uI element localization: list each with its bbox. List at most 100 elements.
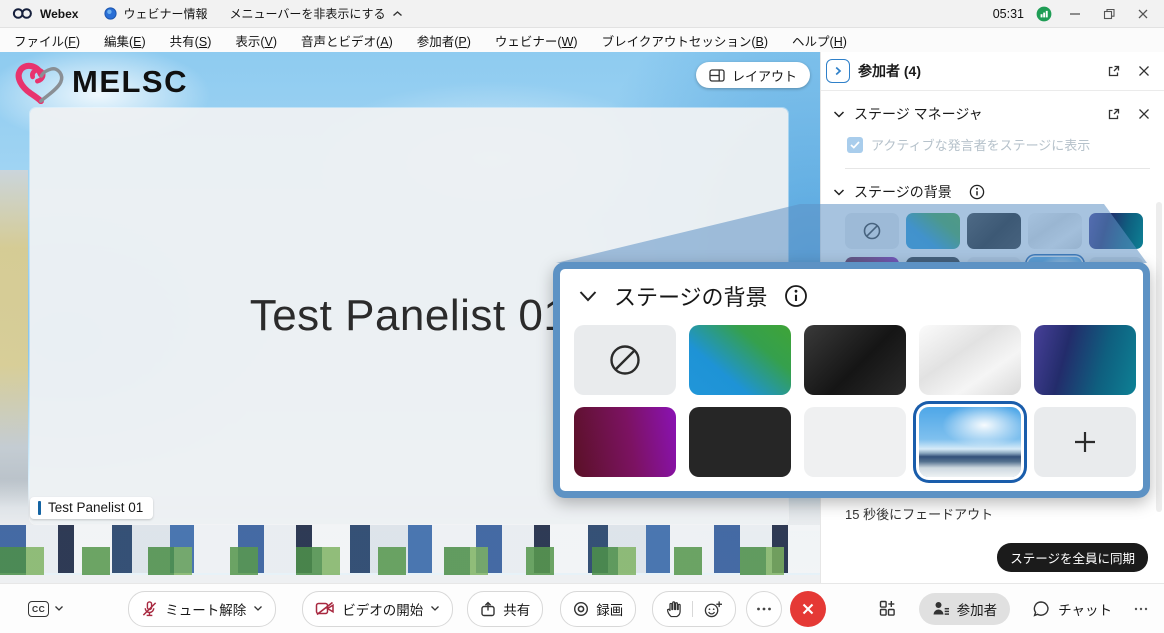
hide-menubar-button[interactable]: メニューバーを非表示にする xyxy=(229,5,402,22)
close-panel-icon[interactable] xyxy=(1138,65,1150,77)
swatch-light-gray[interactable] xyxy=(804,407,906,477)
restore-button[interactable] xyxy=(1098,4,1120,24)
closed-captions-icon: CC xyxy=(28,601,49,617)
active-speaker-checkbox-row[interactable]: アクティブな発言者をステージに表示 xyxy=(821,135,1164,154)
stage-manager-section-header[interactable]: ステージ マネージャ xyxy=(821,104,1164,124)
toolbar-more-button[interactable] xyxy=(1134,607,1148,611)
popup-title: ステージの背景 xyxy=(614,280,768,312)
camera-off-icon xyxy=(315,601,335,616)
participants-button[interactable]: 参加者 xyxy=(919,593,1011,625)
share-screen-icon xyxy=(480,601,496,617)
menu-view[interactable]: 表示(V) xyxy=(235,31,277,50)
panel-scrollbar[interactable] xyxy=(1156,202,1162,512)
swatch-none[interactable] xyxy=(574,325,676,395)
swatch-silver-gradient[interactable] xyxy=(919,325,1021,395)
popup-swatch-grid xyxy=(560,312,1143,477)
active-speaker-bar xyxy=(38,501,41,515)
captions-button[interactable]: CC xyxy=(28,601,64,617)
ellipsis-icon xyxy=(1134,607,1148,611)
melsc-logo-text: MELSC xyxy=(72,64,188,100)
swatch-navy-teal-gradient[interactable] xyxy=(1089,213,1143,249)
menu-webinar[interactable]: ウェビナー(W) xyxy=(495,31,578,50)
swatch-dark-gradient[interactable] xyxy=(967,213,1021,249)
chevron-down-icon xyxy=(578,289,598,303)
info-icon[interactable] xyxy=(969,184,985,200)
checkbox-checked-icon[interactable] xyxy=(847,137,863,153)
layout-icon xyxy=(709,69,725,82)
swatch-none[interactable] xyxy=(845,213,899,249)
swatch-dark-gradient[interactable] xyxy=(804,325,906,395)
menu-share[interactable]: 共有(S) xyxy=(170,31,212,50)
close-icon xyxy=(801,602,815,616)
chevron-down-icon xyxy=(430,605,440,612)
apps-button[interactable] xyxy=(878,599,897,618)
sync-stage-button[interactable]: ステージを全員に同期 xyxy=(997,543,1148,572)
microphone-muted-icon xyxy=(141,600,158,618)
melsc-heart-icon xyxy=(14,60,66,104)
panel-divider xyxy=(845,168,1150,169)
record-button[interactable]: 録画 xyxy=(560,591,636,627)
control-toolbar: CC ミュート解除 ビデオの開始 共有 xyxy=(0,583,1164,633)
swatch-add-custom[interactable] xyxy=(1034,407,1136,477)
ellipsis-icon xyxy=(756,607,772,611)
menu-edit[interactable]: 編集(E) xyxy=(104,31,146,50)
webinar-info-icon xyxy=(104,7,117,20)
menu-participants[interactable]: 参加者(P) xyxy=(417,31,471,50)
popout-panel-icon[interactable] xyxy=(1107,64,1121,78)
stage-background-base xyxy=(0,575,820,583)
divider xyxy=(692,601,693,617)
swatch-silver-gradient[interactable] xyxy=(1028,213,1082,249)
meeting-timer: 05:31 xyxy=(993,7,1024,21)
start-video-button[interactable]: ビデオの開始 xyxy=(302,591,453,627)
swatch-charcoal[interactable] xyxy=(689,407,791,477)
unmute-button[interactable]: ミュート解除 xyxy=(128,591,276,627)
menu-file[interactable]: ファイル(F) xyxy=(14,31,80,50)
more-options-button[interactable] xyxy=(746,591,782,627)
chat-bubble-icon xyxy=(1032,600,1050,618)
menu-help[interactable]: ヘルプ(H) xyxy=(792,31,847,50)
menu-breakout[interactable]: ブレイクアウトセッション(B) xyxy=(602,31,768,50)
melsc-logo: MELSC xyxy=(14,60,188,104)
stage-background-section-header[interactable]: ステージの背景 xyxy=(821,182,1164,202)
panel-header: 参加者 (4) xyxy=(821,52,1164,91)
stage-background-building xyxy=(0,170,28,526)
stage-background-trees xyxy=(0,547,820,577)
chevron-down-icon xyxy=(253,605,263,612)
participant-name-chip: Test Panelist 01 xyxy=(30,497,153,519)
connection-quality-icon[interactable] xyxy=(1036,6,1052,22)
share-button[interactable]: 共有 xyxy=(467,591,543,627)
webinar-info-button[interactable]: ウェビナー情報 xyxy=(104,5,207,22)
swatch-blue-green-gradient[interactable] xyxy=(689,325,791,395)
close-window-button[interactable] xyxy=(1132,4,1154,24)
chat-button[interactable]: チャット xyxy=(1032,599,1112,619)
apps-grid-icon xyxy=(878,599,897,618)
menu-bar: ファイル(F) 編集(E) 共有(S) 表示(V) 音声とビデオ(A) 参加者(… xyxy=(0,28,1164,52)
leave-meeting-button[interactable] xyxy=(790,591,826,627)
close-stage-manager-icon[interactable] xyxy=(1138,108,1150,120)
swatch-navy-teal-gradient[interactable] xyxy=(1034,325,1136,395)
webex-logo-icon xyxy=(12,7,34,20)
reactions-button[interactable] xyxy=(652,591,736,627)
chevron-down-icon xyxy=(833,110,845,119)
popout-stage-manager-icon[interactable] xyxy=(1107,107,1121,121)
chevron-down-icon xyxy=(54,605,64,612)
participants-icon xyxy=(932,600,950,617)
record-icon xyxy=(573,601,589,617)
swatch-city-photo[interactable] xyxy=(919,407,1021,477)
popup-header: ステージの背景 xyxy=(560,269,1143,312)
menu-audio-video[interactable]: 音声とビデオ(A) xyxy=(301,31,393,50)
swatch-blue-green-gradient[interactable] xyxy=(906,213,960,249)
info-icon xyxy=(784,284,808,308)
add-reaction-icon xyxy=(703,600,723,618)
window-titlebar: Webex ウェビナー情報 メニューバーを非表示にする 05:31 xyxy=(0,0,1164,28)
swatch-maroon-purple-gradient[interactable] xyxy=(574,407,676,477)
video-tile-name: Test Panelist 01 xyxy=(250,291,569,341)
layout-button[interactable]: レイアウト xyxy=(696,62,810,88)
stage-manager-title: ステージ マネージャ xyxy=(854,104,983,124)
collapse-panel-button[interactable] xyxy=(826,59,850,83)
participants-panel-title: 参加者 (4) xyxy=(858,61,921,81)
active-speaker-checkbox-label: アクティブな発言者をステージに表示 xyxy=(871,135,1090,154)
minimize-button[interactable] xyxy=(1064,4,1086,24)
chevron-down-icon xyxy=(833,188,845,197)
stage-background-magnifier-popup: ステージの背景 xyxy=(553,262,1150,498)
